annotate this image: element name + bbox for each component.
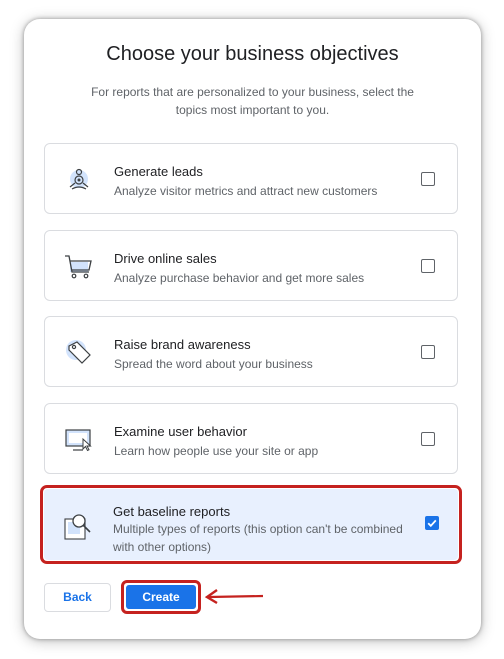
option-description: Multiple types of reports (this option c… (113, 522, 403, 554)
option-label: Drive online sales (114, 251, 217, 266)
option-description: Analyze visitor metrics and attract new … (114, 184, 378, 198)
create-button-highlight: Create (121, 580, 201, 614)
option-description: Learn how people use your site or app (114, 444, 319, 458)
arrow-left-icon (204, 589, 264, 605)
option-get-baseline-reports[interactable]: Get baseline reports Multiple types of r… (44, 489, 458, 560)
option-generate-leads[interactable]: Generate leads Analyze visitor metrics a… (44, 143, 458, 214)
objectives-dialog: Choose your business objectives For repo… (24, 19, 481, 639)
option-drive-online-sales[interactable]: Drive online sales Analyze purchase beha… (44, 230, 458, 301)
option-description: Spread the word about your business (114, 357, 313, 371)
tag-icon (63, 336, 95, 368)
option-checkbox[interactable] (421, 432, 435, 446)
option-examine-user-behavior[interactable]: Examine user behavior Learn how people u… (44, 403, 458, 474)
option-raise-brand-awareness[interactable]: Raise brand awareness Spread the word ab… (44, 316, 458, 387)
create-button[interactable]: Create (126, 585, 196, 609)
option-checkbox-checked[interactable] (425, 516, 439, 530)
dialog-subtitle: For reports that are personalized to you… (91, 85, 414, 117)
option-label: Examine user behavior (114, 424, 247, 439)
screen-cursor-icon (63, 423, 95, 455)
option-label: Generate leads (114, 164, 203, 179)
option-label: Raise brand awareness (114, 337, 251, 352)
back-button[interactable]: Back (44, 583, 111, 612)
shopping-cart-icon (63, 250, 95, 282)
dialog-title: Choose your business objectives (106, 43, 399, 65)
checkmark-icon (427, 519, 437, 528)
option-description: Analyze purchase behavior and get more s… (114, 271, 365, 285)
highlight-box: Get baseline reports Multiple types of r… (40, 485, 462, 564)
option-label: Get baseline reports (113, 504, 231, 519)
magnifier-report-icon (62, 510, 94, 542)
option-checkbox[interactable] (421, 172, 435, 186)
people-target-icon (63, 163, 95, 195)
option-checkbox[interactable] (421, 345, 435, 359)
option-checkbox[interactable] (421, 259, 435, 273)
